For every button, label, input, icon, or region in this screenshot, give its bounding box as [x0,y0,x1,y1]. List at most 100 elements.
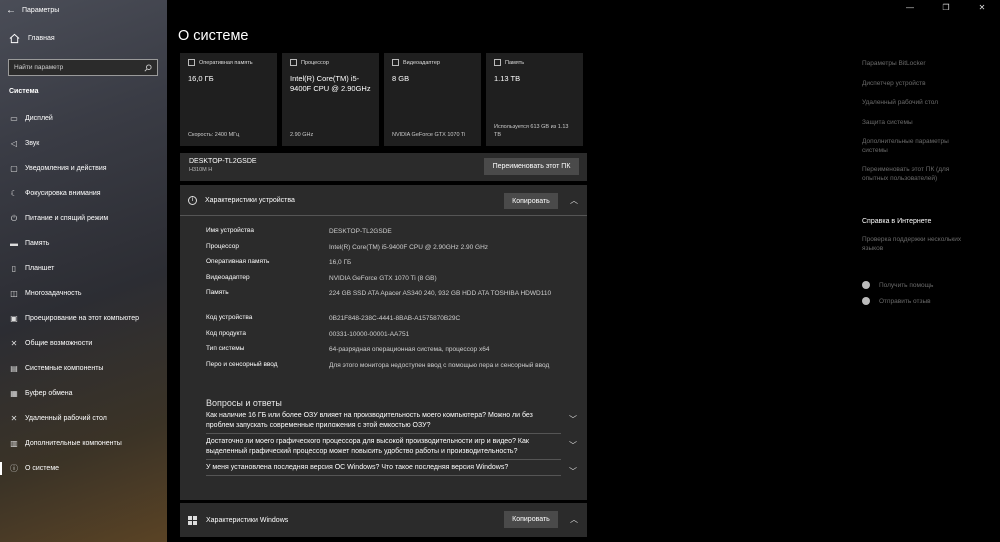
sidebar-item-label: Звук [25,140,40,147]
help-icon [862,281,870,289]
related-settings: Параметры BitLocker Диспетчер устройств … [862,60,962,194]
pc-name-bar: DESKTOP-TL2GSDE H310M H Переименовать эт… [180,153,587,181]
related-link-advanced-settings[interactable]: Дополнительные параметры системы [862,138,962,155]
spec-row: Код продукта 00331-10000-00001-AA751 [206,330,587,346]
copy-windows-specs-button[interactable]: Копировать [504,511,558,528]
card-foot: Скорость: 2400 МГц [188,132,240,138]
sound-icon: ◁ [10,139,18,148]
windows-specs-header[interactable]: Характеристики Windows Копировать ︿ [180,503,587,537]
search-icon[interactable] [144,63,152,72]
storage-icon: ▬ [10,239,18,248]
qa-question: Как наличие 16 ГБ или более ОЗУ влияет н… [206,412,533,429]
card-value: 1.13 TB [494,74,521,83]
back-arrow-icon[interactable]: ← [0,5,22,16]
help-link-languages[interactable]: Проверка поддержки нескольких языков [862,236,962,253]
spec-row: Память 224 GB SSD ATA Apacer AS340 240, 9… [206,289,587,314]
sidebar-item-label: О системе [25,465,60,472]
spec-key: Перо и сенсорный ввод [206,360,278,368]
feedback-link[interactable]: Отправить отзыв [862,297,931,305]
sidebar-item-remote-desktop[interactable]: ✕ Удаленный рабочий стол [0,406,167,431]
spec-value: Intel(R) Core(TM) i5-9400F CPU @ 2.90GHz… [329,243,489,251]
sidebar-item-label: Удаленный рабочий стол [25,415,107,422]
sidebar-item-projecting[interactable]: ▣ Проецирование на этот компьютер [0,306,167,331]
sidebar-item-clipboard[interactable]: ▦ Буфер обмена [0,381,167,406]
card-foot: Используется 613 GB из 1.13 TB [494,124,569,138]
multitasking-icon: ◫ [10,289,18,298]
chevron-up-icon[interactable]: ︿ [570,514,578,525]
feedback-icon [862,297,870,305]
related-link-system-protection[interactable]: Защита системы [862,119,962,128]
storage-drive-icon [494,59,501,66]
window-controls: — ❐ ✕ [892,0,1000,18]
qa-question: У меня установлена последняя версия ОС W… [206,464,509,471]
sidebar-item-shared-experiences[interactable]: ✕ Общие возможности [0,331,167,356]
storage-card: Память 1.13 TB Используется 613 GB из 1.… [486,53,583,146]
projecting-icon: ▣ [10,314,18,323]
related-link-rename-pc[interactable]: Переименовать этот ПК (для опытных польз… [862,166,962,183]
home-label: Главная [28,34,55,42]
sidebar-item-optional-features[interactable]: ▥ Дополнительные компоненты [0,431,167,456]
sidebar-item-tablet[interactable]: ▯ Планшет [0,256,167,281]
sidebar-item-label: Проецирование на этот компьютер [25,315,139,322]
card-foot: 2.90 GHz [290,132,314,138]
sidebar-item-label: Системные компоненты [25,365,104,372]
qa-panel: Вопросы и ответы Как наличие 16 ГБ или б… [180,390,587,500]
chevron-down-icon[interactable]: ﹀ [569,415,577,425]
optional-features-icon: ▥ [10,439,18,448]
spec-key: Процессор [206,242,239,250]
sidebar-item-label: Общие возможности [25,340,93,347]
qa-question: Достаточно ли моего графического процесс… [206,438,529,455]
spec-key: Код продукта [206,329,246,337]
rename-pc-button[interactable]: Переименовать этот ПК [484,158,579,175]
qa-item[interactable]: У меня установлена последняя версия ОС W… [206,463,577,476]
feedback-label: Отправить отзыв [879,297,931,305]
spec-row: Перо и сенсорный ввод Для этого монитора … [206,361,587,386]
device-specs-header[interactable]: i Характеристики устройства Копировать ︿ [180,185,587,216]
spec-key: Имя устройства [206,227,254,234]
sidebar-item-label: Дисплей [25,115,53,122]
cpu-card: Процессор Intel(R) Core(TM) i5-9400F CPU… [282,53,379,146]
window-title: Параметры [22,6,60,14]
spec-value: 00331-10000-00001-AA751 [329,330,410,338]
about-icon: ⓘ [10,464,18,473]
card-value: 16,0 ГБ [188,74,214,83]
info-icon: i [188,195,197,205]
gpu-card: Видеоадаптер 8 GB NVIDIA GeForce GTX 107… [384,53,481,146]
chevron-down-icon[interactable]: ﹀ [569,441,577,451]
search-input[interactable]: Найти параметр [8,59,158,76]
summary-cards: Оперативная память 16,0 ГБ Скорость: 240… [180,53,583,146]
spec-key: Оперативная память [206,258,270,265]
chevron-down-icon[interactable]: ﹀ [569,467,577,477]
spec-value: 224 GB SSD ATA Apacer AS340 240, 932 GB … [329,290,552,297]
sidebar-item-sound[interactable]: ◁ Звук [0,131,167,156]
qa-title: Вопросы и ответы [206,398,282,408]
get-help-link[interactable]: Получить помощь [862,281,933,289]
sidebar-item-label: Многозадачность [25,290,82,297]
sidebar-item-notifications[interactable]: ▢ Уведомления и действия [0,156,167,181]
close-button[interactable]: ✕ [964,0,1000,18]
sidebar-item-multitasking[interactable]: ◫ Многозадачность [0,281,167,306]
related-link-remote-desktop[interactable]: Удаленный рабочий стол [862,99,962,108]
sidebar-item-about[interactable]: ⓘ О системе [0,456,167,481]
chevron-up-icon[interactable]: ︿ [570,195,578,206]
home-icon [9,33,20,43]
spec-value: 16,0 ГБ [329,259,352,266]
sidebar-item-power[interactable]: ⏻ Питание и спящий режим [0,206,167,231]
sidebar-item-storage[interactable]: ▬ Память [0,231,167,256]
sidebar-item-display[interactable]: ▭ Дисплей [0,106,167,131]
sidebar-item-focus-assist[interactable]: ☾ Фокусировка внимания [0,181,167,206]
home-nav-item[interactable]: Главная [0,20,167,56]
spec-value: Для этого монитора недоступен ввод с пом… [329,361,550,369]
related-link-device-manager[interactable]: Диспетчер устройств [862,80,962,89]
clipboard-icon: ▦ [10,389,18,398]
display-icon: ▭ [10,114,18,123]
related-link-bitlocker[interactable]: Параметры BitLocker [862,60,962,69]
spec-value: 64-разрядная операционная система, проце… [329,346,490,353]
maximize-button[interactable]: ❐ [928,0,964,18]
minimize-button[interactable]: — [892,0,928,18]
qa-item[interactable]: Достаточно ли моего графического процесс… [206,437,577,460]
qa-item[interactable]: Как наличие 16 ГБ или более ОЗУ влияет н… [206,411,577,434]
copy-device-specs-button[interactable]: Копировать [504,193,558,209]
spec-value: NVIDIA GeForce GTX 1070 Ti (8 GB) [329,274,437,282]
sidebar-item-system-components[interactable]: ▤ Системные компоненты [0,356,167,381]
